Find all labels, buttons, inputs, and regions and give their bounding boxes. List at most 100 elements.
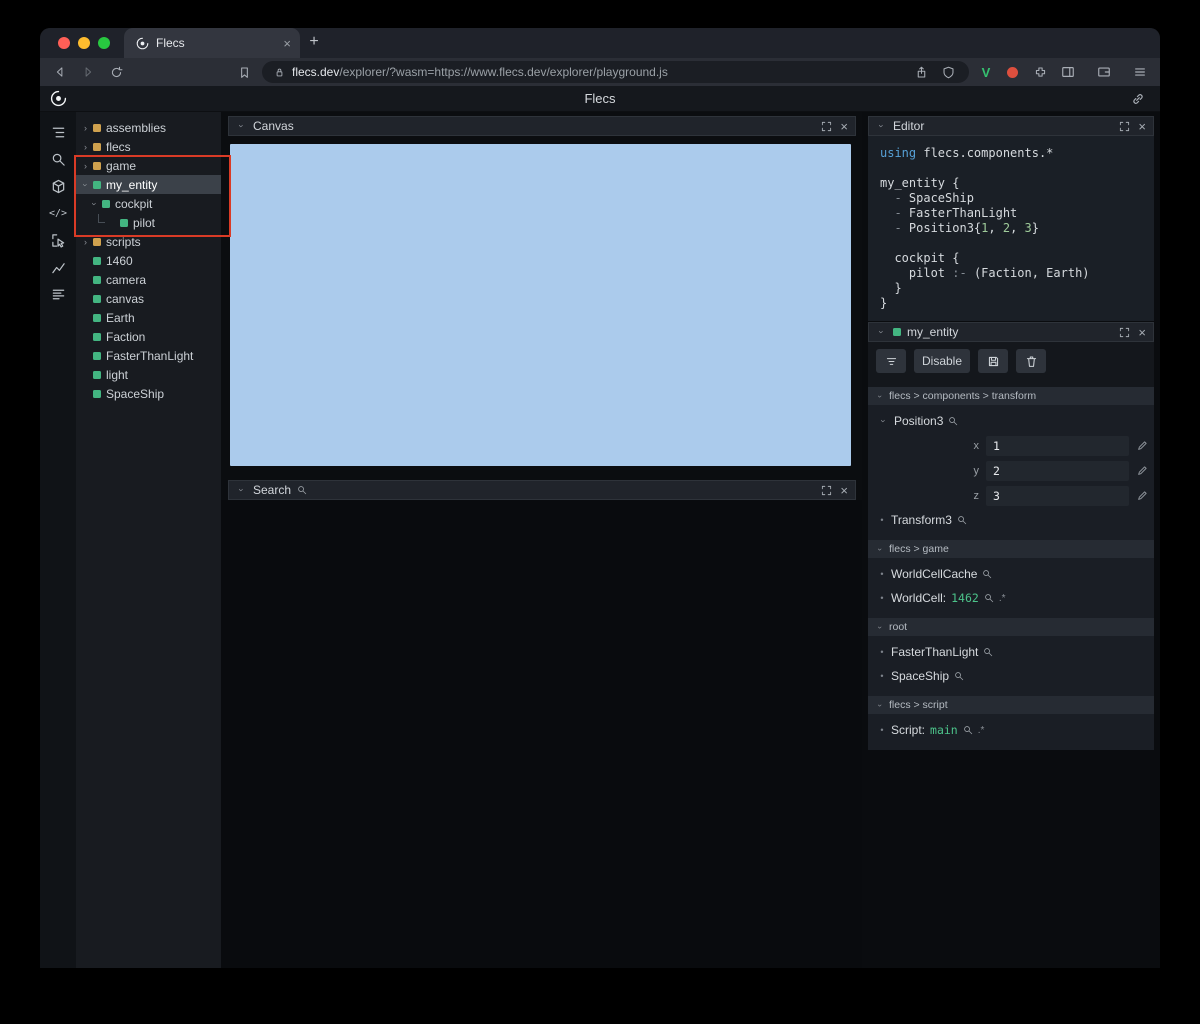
tree-item-label: Earth <box>106 310 135 325</box>
tree-item-scripts[interactable]: › scripts <box>76 232 221 251</box>
component-row-Script[interactable]: • Script: main .* <box>868 718 1154 742</box>
search-icon[interactable] <box>963 725 973 735</box>
extension-v-icon[interactable]: V <box>977 65 995 80</box>
canvas-panel-title: Canvas <box>253 119 294 133</box>
reload-button[interactable] <box>106 62 126 82</box>
section-path: root <box>889 621 908 633</box>
tree-item-pilot[interactable]: pilot <box>76 213 221 232</box>
tree-item-1460[interactable]: 1460 <box>76 251 221 270</box>
search-icon[interactable] <box>954 671 964 681</box>
puzzle-icon[interactable] <box>1030 62 1050 82</box>
bullet-icon: • <box>880 647 884 657</box>
stats-icon[interactable] <box>47 283 69 305</box>
tree-item-Faction[interactable]: Faction <box>76 327 221 346</box>
sidebar-toggle-icon[interactable] <box>1058 62 1078 82</box>
tree-item-my_entity[interactable]: › my_entity <box>76 175 221 194</box>
chart-icon[interactable] <box>47 256 69 278</box>
close-window-button[interactable] <box>58 37 70 49</box>
component-row-FasterThanLight[interactable]: • FasterThanLight <box>868 640 1154 664</box>
edit-icon[interactable] <box>1136 490 1148 502</box>
expand-icon[interactable] <box>1119 327 1130 338</box>
close-icon[interactable]: × <box>1138 120 1146 133</box>
entity-tree: › assemblies › flecs › game › my_entity › cockpit… <box>76 112 221 968</box>
tree-item-assemblies[interactable]: › assemblies <box>76 118 221 137</box>
field-input-z[interactable]: 3 <box>986 485 1129 506</box>
search-icon[interactable] <box>983 647 993 657</box>
extension-dot-icon[interactable] <box>1007 66 1018 78</box>
tree-item-FasterThanLight[interactable]: FasterThanLight <box>76 346 221 365</box>
browser-tab[interactable]: Flecs × <box>124 28 300 58</box>
search-icon[interactable] <box>982 569 992 579</box>
tree-guide-line <box>98 213 105 223</box>
field-input-y[interactable]: 2 <box>986 460 1129 481</box>
section-header[interactable]: › root <box>868 618 1154 636</box>
tab-close-icon[interactable]: × <box>283 37 291 50</box>
chevron-down-icon[interactable]: › <box>877 121 887 132</box>
tab-strip: Flecs × + <box>40 28 1160 58</box>
tree-item-SpaceShip[interactable]: SpaceShip <box>76 384 221 403</box>
expand-icon[interactable] <box>1119 121 1130 132</box>
close-icon[interactable]: × <box>840 484 848 497</box>
close-icon[interactable]: × <box>840 120 848 133</box>
component-row-Transform3[interactable]: • Transform3 <box>868 508 1154 532</box>
save-button[interactable] <box>978 349 1009 373</box>
editor-code[interactable]: using flecs.components.* my_entity { - S… <box>868 136 1154 321</box>
share-icon[interactable] <box>911 62 931 82</box>
forward-button[interactable] <box>78 62 98 82</box>
field-input-x[interactable]: 1 <box>986 435 1129 456</box>
chevron-icon[interactable]: › <box>80 237 91 247</box>
edit-icon[interactable] <box>1136 440 1148 452</box>
component-row-SpaceShip[interactable]: • SpaceShip <box>868 664 1154 688</box>
search-icon[interactable] <box>984 593 994 603</box>
search-icon[interactable] <box>47 148 69 170</box>
tree-item-cockpit[interactable]: › cockpit <box>76 194 221 213</box>
tree-item-label: camera <box>106 272 147 287</box>
chevron-down-icon[interactable]: › <box>237 485 247 496</box>
filter-button[interactable] <box>876 349 906 373</box>
section-header[interactable]: › flecs > components > transform <box>868 387 1154 405</box>
cube-icon[interactable] <box>47 175 69 197</box>
chevron-icon[interactable]: › <box>80 142 91 152</box>
close-icon[interactable]: × <box>1138 326 1146 339</box>
app-main: </> › assemblies › flecs › game › my_entity › coc… <box>40 112 1160 968</box>
game-canvas[interactable] <box>230 144 851 466</box>
component-row-Position3[interactable]: › Position3 <box>868 409 1154 433</box>
search-icon[interactable] <box>948 416 958 426</box>
new-tab-button[interactable]: + <box>300 33 328 58</box>
tree-item-flecs[interactable]: › flecs <box>76 137 221 156</box>
tree-item-canvas[interactable]: canvas <box>76 289 221 308</box>
menu-icon[interactable] <box>1130 62 1150 82</box>
edit-icon[interactable] <box>1136 465 1148 477</box>
expand-icon[interactable] <box>821 121 832 132</box>
tree-icon[interactable] <box>47 121 69 143</box>
tree-item-game[interactable]: › game <box>76 156 221 175</box>
inspect-icon[interactable] <box>47 229 69 251</box>
tree-item-light[interactable]: light <box>76 365 221 384</box>
component-row-WorldCellCache[interactable]: • WorldCellCache <box>868 562 1154 586</box>
wallet-icon[interactable] <box>1094 62 1114 82</box>
component-row-WorldCell[interactable]: • WorldCell: 1462 .* <box>868 586 1154 610</box>
link-icon[interactable] <box>1128 89 1148 109</box>
chevron-icon[interactable]: › <box>80 161 91 171</box>
chevron-icon[interactable]: › <box>81 179 91 190</box>
address-bar[interactable]: flecs.dev/explorer/?wasm=https://www.fle… <box>262 61 969 83</box>
chevron-down-icon[interactable]: › <box>877 327 887 338</box>
search-icon[interactable] <box>957 515 967 525</box>
disable-button[interactable]: Disable <box>914 349 971 373</box>
chevron-down-icon[interactable]: › <box>237 121 247 132</box>
code-icon[interactable]: </> <box>47 202 69 224</box>
minimize-window-button[interactable] <box>78 37 90 49</box>
delete-button[interactable] <box>1016 349 1047 373</box>
tree-item-Earth[interactable]: Earth <box>76 308 221 327</box>
expand-icon[interactable] <box>821 485 832 496</box>
zoom-window-button[interactable] <box>98 37 110 49</box>
back-button[interactable] <box>50 62 70 82</box>
bookmark-icon[interactable] <box>234 62 254 82</box>
chevron-icon[interactable]: › <box>90 198 100 209</box>
section-header[interactable]: › flecs > game <box>868 540 1154 558</box>
tree-item-camera[interactable]: camera <box>76 270 221 289</box>
chevron-icon[interactable]: › <box>80 123 91 133</box>
shield-icon[interactable] <box>938 62 958 82</box>
section-header[interactable]: › flecs > script <box>868 696 1154 714</box>
component-name: WorldCellCache <box>891 567 978 581</box>
